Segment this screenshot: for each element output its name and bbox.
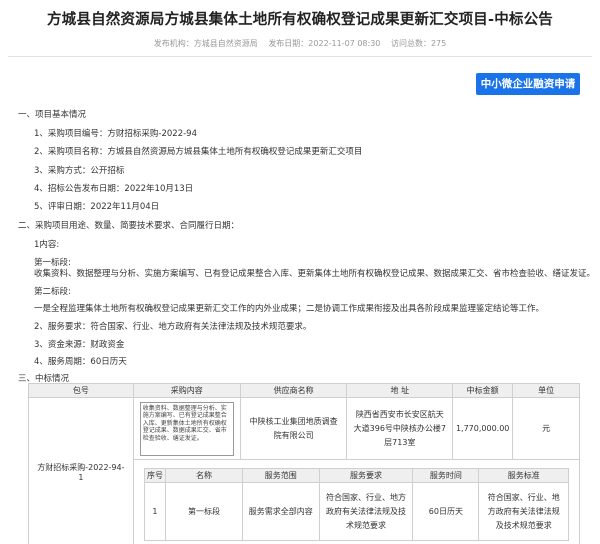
procurement-content-textarea[interactable]: 收集资料、数据整理与分析、实施方案编写、已有登记成果整合入库、更新集体土地所有权… bbox=[139, 401, 234, 456]
award-table: 包号 采购内容 供应商名称 地 址 中标金额 单位 方财招标采购-2022-94… bbox=[28, 383, 581, 544]
sub-row-standard: 符合国家、行业、地方政府有关法律法规及技术规范要求 bbox=[478, 482, 569, 541]
sub-header-time: 服务时间 bbox=[412, 468, 480, 483]
procurement-method: 3、采购方式：公开招标 bbox=[34, 166, 125, 176]
sub-row-name: 第一标段 bbox=[165, 482, 243, 541]
header-divider bbox=[8, 56, 592, 57]
project-number: 1、采购项目编号：方财招标采购-2022-94 bbox=[34, 129, 197, 139]
page-title: 方城县自然资源局方城县集体土地所有权确权登记成果更新汇交项目-中标公告 bbox=[46, 12, 553, 28]
table-header-row: 包号 采购内容 供应商名称 地 址 中标金额 单位 bbox=[28, 383, 580, 398]
sub-table-header-row: 序号 名称 服务范围 服务要求 服务时间 服务标准 bbox=[143, 468, 569, 483]
review-date: 5、评审日期：2022年11月04日 bbox=[34, 202, 160, 212]
service-detail-table: 序号 名称 服务范围 服务要求 服务时间 服务标准 1 第一标段 服务需求全部内… bbox=[143, 468, 569, 541]
sub-row-requirement: 符合国家、行业、地方政府有关法律法规及技术规范要求 bbox=[318, 482, 414, 541]
tender-notice-date: 4、招标公告发布日期：2022年10月13日 bbox=[34, 184, 194, 194]
view-count: 访问总数：275 bbox=[390, 39, 447, 48]
col-header-unit: 单位 bbox=[512, 383, 580, 398]
col-header-address: 地 址 bbox=[346, 383, 454, 398]
sub-header-no: 序号 bbox=[143, 468, 167, 483]
sub-row-no: 1 bbox=[143, 482, 167, 541]
col-header-amount: 中标金额 bbox=[452, 383, 514, 398]
content-label: 1内容: bbox=[34, 240, 60, 250]
sub-header-name: 名称 bbox=[165, 468, 243, 483]
service-period: 4、服务周期：60日历天 bbox=[34, 357, 127, 367]
sub-row-scope: 服务需求全部内容 bbox=[241, 482, 320, 541]
meta-info: 发布机构：方城县自然资源局 发布日期：2022-11-07 08:30 访问总数… bbox=[0, 38, 600, 49]
amount-unit: 元 bbox=[512, 397, 580, 460]
publish-date: 发布日期：2022-11-07 08:30 bbox=[268, 39, 381, 48]
publisher: 发布机构：方城县自然资源局 bbox=[153, 39, 258, 48]
sub-row-time: 60日历天 bbox=[412, 482, 480, 541]
sub-header-standard: 服务标准 bbox=[478, 468, 569, 483]
section-heading-basic-info: 一、项目基本情况 bbox=[18, 110, 87, 120]
sub-header-requirement: 服务要求 bbox=[318, 468, 414, 483]
financing-application-button[interactable]: 中小微企业融资申请 bbox=[476, 73, 580, 95]
project-name: 2、采购项目名称：方城县自然资源局方城县集体土地所有权确权登记成果更新汇交项目 bbox=[34, 147, 363, 157]
col-header-content: 采购内容 bbox=[132, 383, 241, 398]
table-row: 1 第一标段 服务需求全部内容 符合国家、行业、地方政府有关法律法规及技术规范要… bbox=[143, 482, 569, 541]
col-header-package: 包号 bbox=[28, 383, 134, 398]
sub-header-scope: 服务范围 bbox=[241, 468, 320, 483]
service-requirement: 2、服务要求：符合国家、行业、地方政府有关法律法规及技术规范要求。 bbox=[34, 322, 312, 332]
supplier-name: 中陕核工业集团地质调查院有限公司 bbox=[239, 397, 348, 460]
award-amount: 1,770,000.00 bbox=[452, 397, 514, 460]
section-heading-requirements: 二、采购项目用途、数量、简要技术要求、合同履行日期： bbox=[18, 221, 240, 231]
funding-source: 3、资金来源：财政资金 bbox=[34, 340, 125, 350]
part1-text: 收集资料、数据整理与分析、实施方案编写、已有登记成果整合入库、更新集体土地所有权… bbox=[34, 269, 596, 279]
supplier-address: 陕西省西安市长安区航天大道396号中陕核办公楼7层713室 bbox=[346, 397, 454, 460]
table-row: 方财招标采购-2022-94-1 收集资料、数据整理与分析、实施方案编写、已有登… bbox=[28, 397, 580, 544]
part2-label: 第二标段: bbox=[34, 287, 71, 297]
part2-text: 一是全程监理集体土地所有权确权登记成果更新汇交工作的内外业成果；二是协调工作成果… bbox=[34, 304, 545, 314]
col-header-supplier: 供应商名称 bbox=[239, 383, 348, 398]
package-number: 方财招标采购-2022-94-1 bbox=[28, 397, 134, 544]
